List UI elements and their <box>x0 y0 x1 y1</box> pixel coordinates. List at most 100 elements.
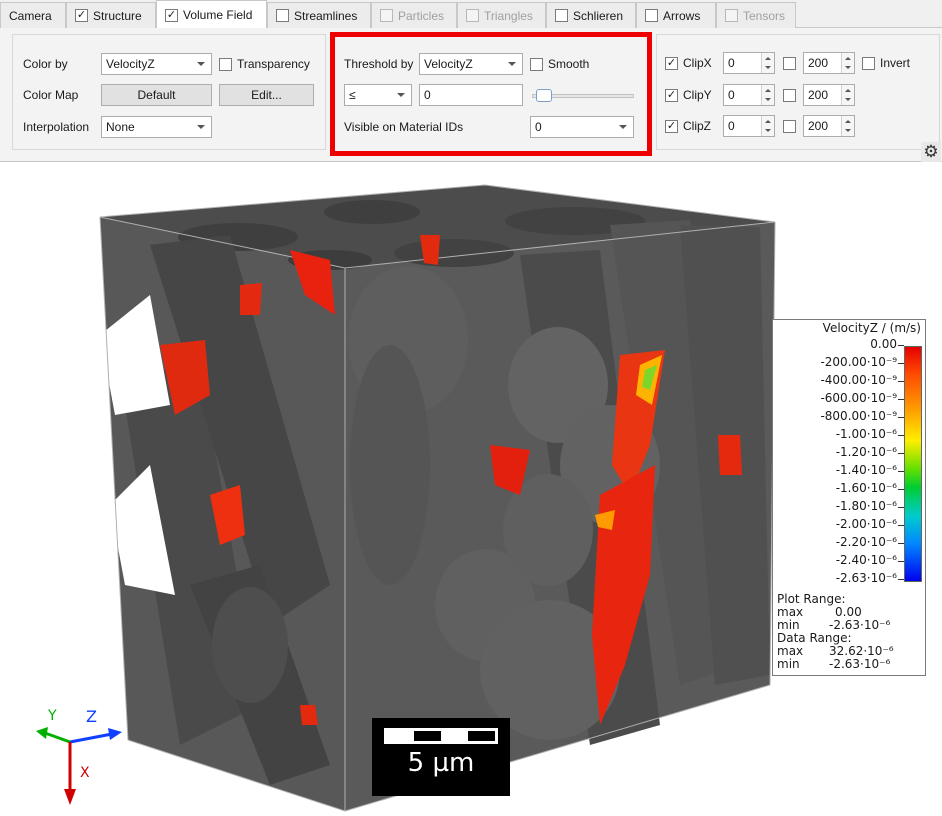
tab-label: Particles <box>398 8 445 23</box>
spin-arrows-icon[interactable] <box>761 116 774 136</box>
z-axis-label: Z <box>86 707 97 726</box>
particles-checkbox <box>380 9 393 22</box>
gear-icon[interactable]: ⚙ <box>921 142 941 162</box>
tab-arrows[interactable]: Arrows <box>636 2 716 28</box>
triangles-checkbox <box>466 9 479 22</box>
fiber-cap <box>324 200 420 224</box>
schlieren-checkbox[interactable] <box>555 9 568 22</box>
tab-label: Schlieren <box>573 8 624 23</box>
legend-tick-mark <box>898 525 904 526</box>
tab-label: Arrows <box>663 8 701 23</box>
fiber-cap <box>212 587 288 703</box>
legend-tick-mark <box>898 417 904 418</box>
spin-arrows-icon[interactable] <box>841 85 854 105</box>
tab-volume-field[interactable]: ✓ Volume Field <box>156 0 267 29</box>
legend-tick-label: -2.40·10⁻⁶ <box>835 553 897 567</box>
y-axis-label: Y <box>47 708 57 724</box>
streamlines-checkbox[interactable] <box>276 9 289 22</box>
clipy-min-spinbox[interactable]: 0 <box>723 84 775 106</box>
tab-label: Volume Field <box>183 8 253 22</box>
clipz-max-value: 200 <box>808 119 829 133</box>
spin-arrows-icon[interactable] <box>841 116 854 136</box>
spin-arrows-icon[interactable] <box>761 85 774 105</box>
transparency-label: Transparency <box>237 57 310 71</box>
clipx-min-spinbox[interactable]: 0 <box>723 52 775 74</box>
plot-range-text: Plot Range: <box>777 592 846 606</box>
chevron-down-icon <box>197 125 205 129</box>
clipy-max-spinbox[interactable]: 200 <box>803 84 855 106</box>
legend-tick-label: -1.40·10⁻⁶ <box>835 463 897 477</box>
clipz-min-spinbox[interactable]: 0 <box>723 115 775 137</box>
clipy-label: ClipY <box>683 88 712 102</box>
legend-tick-mark <box>898 561 904 562</box>
clipy-checkbox-box[interactable]: ✓ <box>665 88 678 102</box>
transparency-checkbox[interactable]: Transparency <box>219 57 310 71</box>
structure-checkbox[interactable]: ✓ <box>75 9 88 22</box>
invert-label: Invert <box>880 56 911 70</box>
tab-particles: Particles <box>371 2 457 28</box>
clipx-max-spinbox[interactable]: 200 <box>803 52 855 74</box>
threshold-region <box>240 283 262 315</box>
legend-tick-mark <box>898 435 904 436</box>
legend-tick-label: -1.60·10⁻⁶ <box>835 481 897 495</box>
plot-max-label: max <box>777 605 804 619</box>
legend-tick-mark <box>898 453 904 454</box>
color-map-button[interactable]: Default <box>101 84 212 106</box>
volume-field-checkbox[interactable]: ✓ <box>165 8 178 22</box>
scale-bar: 5 µm <box>372 718 510 796</box>
legend-tick-mark <box>898 399 904 400</box>
legend-tick-label: -1.80·10⁻⁶ <box>835 499 897 513</box>
tab-tensors: Tensors <box>716 2 796 28</box>
legend-tick-label: 0.00 <box>870 337 897 351</box>
data-min-row: min -2.63·10⁻⁶ <box>777 658 890 671</box>
tab-schlieren[interactable]: Schlieren <box>546 2 636 28</box>
color-bar <box>904 346 922 582</box>
fiber-section <box>350 345 430 585</box>
clipx-max-value: 200 <box>808 56 829 70</box>
legend-tick-label: -400.00·10⁻⁹ <box>820 373 897 387</box>
interpolation-label: Interpolation <box>23 120 90 134</box>
tab-streamlines[interactable]: Streamlines <box>267 2 371 28</box>
clipx-max-checkbox[interactable] <box>783 57 796 70</box>
legend-tick-label: -2.00·10⁻⁶ <box>835 517 897 531</box>
interpolation-select[interactable]: None <box>101 116 212 138</box>
z-axis-line <box>69 732 113 744</box>
clipx-checkbox-box[interactable]: ✓ <box>665 56 678 70</box>
tab-structure[interactable]: ✓ Structure <box>66 2 156 28</box>
edit-color-map-button[interactable]: Edit... <box>219 84 314 106</box>
threshold-region <box>300 705 318 725</box>
invert-checkbox[interactable]: Invert <box>862 56 910 70</box>
tensors-checkbox <box>725 9 738 22</box>
legend-tick-mark <box>898 471 904 472</box>
data-min-value: -2.63·10⁻⁶ <box>829 657 891 671</box>
clipz-checkbox[interactable]: ✓ ClipZ <box>665 119 711 133</box>
clipy-max-value: 200 <box>808 88 829 102</box>
arrows-checkbox[interactable] <box>645 9 658 22</box>
scale-bar-label: 5 µm <box>407 748 475 778</box>
clipz-min-value: 0 <box>728 119 735 133</box>
color-by-value: VelocityZ <box>106 57 155 71</box>
clipy-checkbox[interactable]: ✓ ClipY <box>665 88 712 102</box>
legend-tick-label: -800.00·10⁻⁹ <box>820 409 897 423</box>
tab-camera[interactable]: Camera <box>0 2 66 28</box>
legend-tick-label: -200.00·10⁻⁹ <box>820 355 897 369</box>
clipz-checkbox-box[interactable]: ✓ <box>665 119 678 133</box>
clipx-label: ClipX <box>683 56 712 70</box>
legend-tick-mark <box>898 579 904 580</box>
tab-bar: Camera ✓ Structure ✓ Volume Field Stream… <box>0 0 942 29</box>
plot-min-label: min <box>777 618 800 632</box>
legend-tick-mark <box>898 363 904 364</box>
threshold-region <box>718 435 742 475</box>
clipx-checkbox[interactable]: ✓ ClipX <box>665 56 712 70</box>
clipz-max-spinbox[interactable]: 200 <box>803 115 855 137</box>
invert-checkbox-box[interactable] <box>862 56 875 70</box>
clipz-max-checkbox[interactable] <box>783 120 796 133</box>
scale-bar-segment <box>441 731 468 741</box>
spin-arrows-icon[interactable] <box>761 53 774 73</box>
legend-tick-mark <box>898 543 904 544</box>
scale-bar-ruler <box>384 728 498 744</box>
transparency-checkbox-box[interactable] <box>219 57 232 71</box>
color-by-select[interactable]: VelocityZ <box>101 53 212 75</box>
spin-arrows-icon[interactable] <box>841 53 854 73</box>
clipy-max-checkbox[interactable] <box>783 89 796 102</box>
